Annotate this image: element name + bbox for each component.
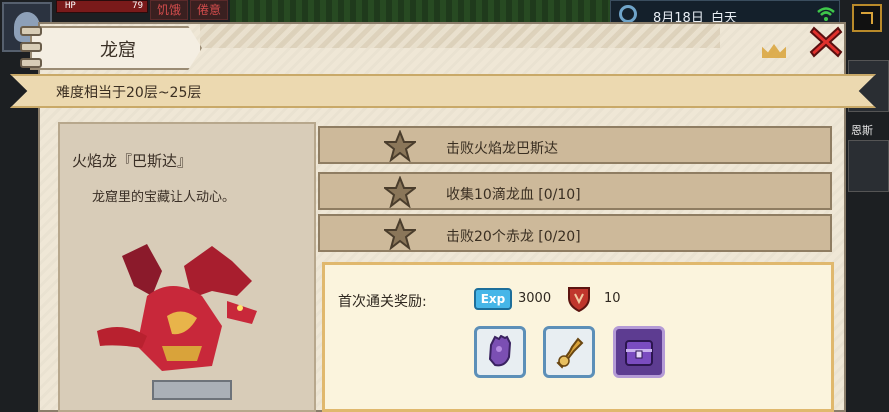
golden-horn-icon xyxy=(556,337,584,369)
panel-top-stripe xyxy=(200,24,720,48)
fire-dragon-icon xyxy=(97,244,257,371)
purple-chest-icon xyxy=(625,340,653,366)
sun-icon xyxy=(619,5,637,23)
exp-icon: Exp xyxy=(474,288,512,310)
hp-value: 79 xyxy=(132,1,143,11)
quest-label: 收集10滴龙血 [0/10] xyxy=(446,187,581,203)
quest-row: 击败火焰龙巴斯达 xyxy=(318,126,832,164)
status-hunger: 饥饿 xyxy=(150,0,189,20)
binder-rings-icon xyxy=(20,24,46,68)
star-icon xyxy=(384,130,416,162)
wifi-icon xyxy=(817,7,835,21)
reward-label: 首次通关奖励: xyxy=(338,294,427,310)
boss-name: 火焰龙『巴斯达』 xyxy=(72,152,193,170)
side-label: 恩斯 xyxy=(851,124,873,137)
difficulty-text: 难度相当于20层~25层 xyxy=(56,85,202,101)
reward-item-chest[interactable] xyxy=(613,326,665,378)
side-slot-2[interactable] xyxy=(848,140,889,192)
purple-glove-icon xyxy=(488,335,512,367)
hp-label: HP xyxy=(65,1,76,11)
hp-bar: HP 79 xyxy=(56,0,148,13)
exp-value: 3000 xyxy=(518,291,552,306)
quest-label: 击败火焰龙巴斯达 xyxy=(446,141,558,157)
reward-item-glove[interactable] xyxy=(474,326,526,378)
quest-label: 击败20个赤龙 [0/20] xyxy=(446,229,581,245)
dialog-title: 龙窟 xyxy=(100,40,136,61)
close-x-icon[interactable] xyxy=(808,24,844,60)
boss-description: 龙窟里的宝藏让人动心。 xyxy=(92,190,236,205)
reward-item-horn[interactable] xyxy=(543,326,595,378)
star-icon xyxy=(384,176,416,208)
boss-pedestal xyxy=(152,380,232,400)
quest-row: 击败20个赤龙 [0/20] xyxy=(318,214,832,252)
map-toggle-button[interactable] xyxy=(852,4,882,32)
shield-icon xyxy=(568,287,590,312)
star-icon xyxy=(384,218,416,250)
shield-value: 10 xyxy=(604,291,621,306)
quest-row: 收集10滴龙血 [0/10] xyxy=(318,172,832,210)
status-fatigue: 倦意 xyxy=(190,0,229,20)
background-grass xyxy=(230,0,610,22)
